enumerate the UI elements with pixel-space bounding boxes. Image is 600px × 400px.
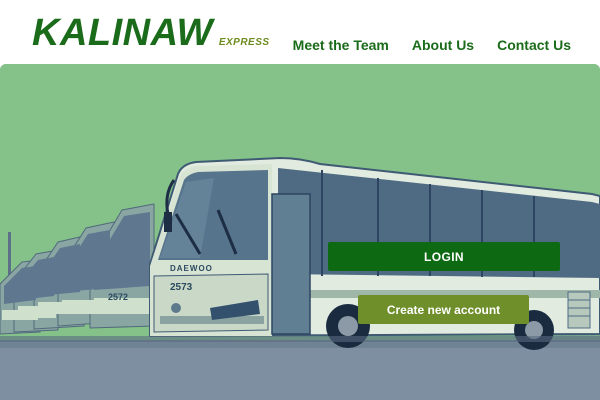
nav-link-contact-us[interactable]: Contact Us: [497, 37, 571, 53]
bus-number-second: 2572: [108, 292, 128, 302]
nav-link-about-us[interactable]: About Us: [412, 37, 474, 53]
hero-bus-image: DAEWOO 2573 2572: [0, 64, 600, 400]
bus-brand-text: DAEWOO: [170, 264, 213, 273]
top-bar: KALINAW EXPRESS Meet the Team About Us C…: [0, 0, 600, 64]
create-account-button[interactable]: Create new account: [358, 295, 529, 324]
login-button[interactable]: LOGIN: [328, 242, 560, 271]
brand-subtitle: EXPRESS: [218, 37, 270, 48]
bus-number-front: 2573: [170, 282, 193, 293]
hero-section: DAEWOO 2573 2572: [0, 64, 600, 400]
brand-logo[interactable]: KALINAW EXPRESS: [32, 12, 270, 54]
brand-name: KALINAW: [32, 12, 213, 54]
main-nav: Meet the Team About Us Contact Us: [293, 37, 571, 53]
nav-link-meet-the-team[interactable]: Meet the Team: [293, 37, 389, 53]
